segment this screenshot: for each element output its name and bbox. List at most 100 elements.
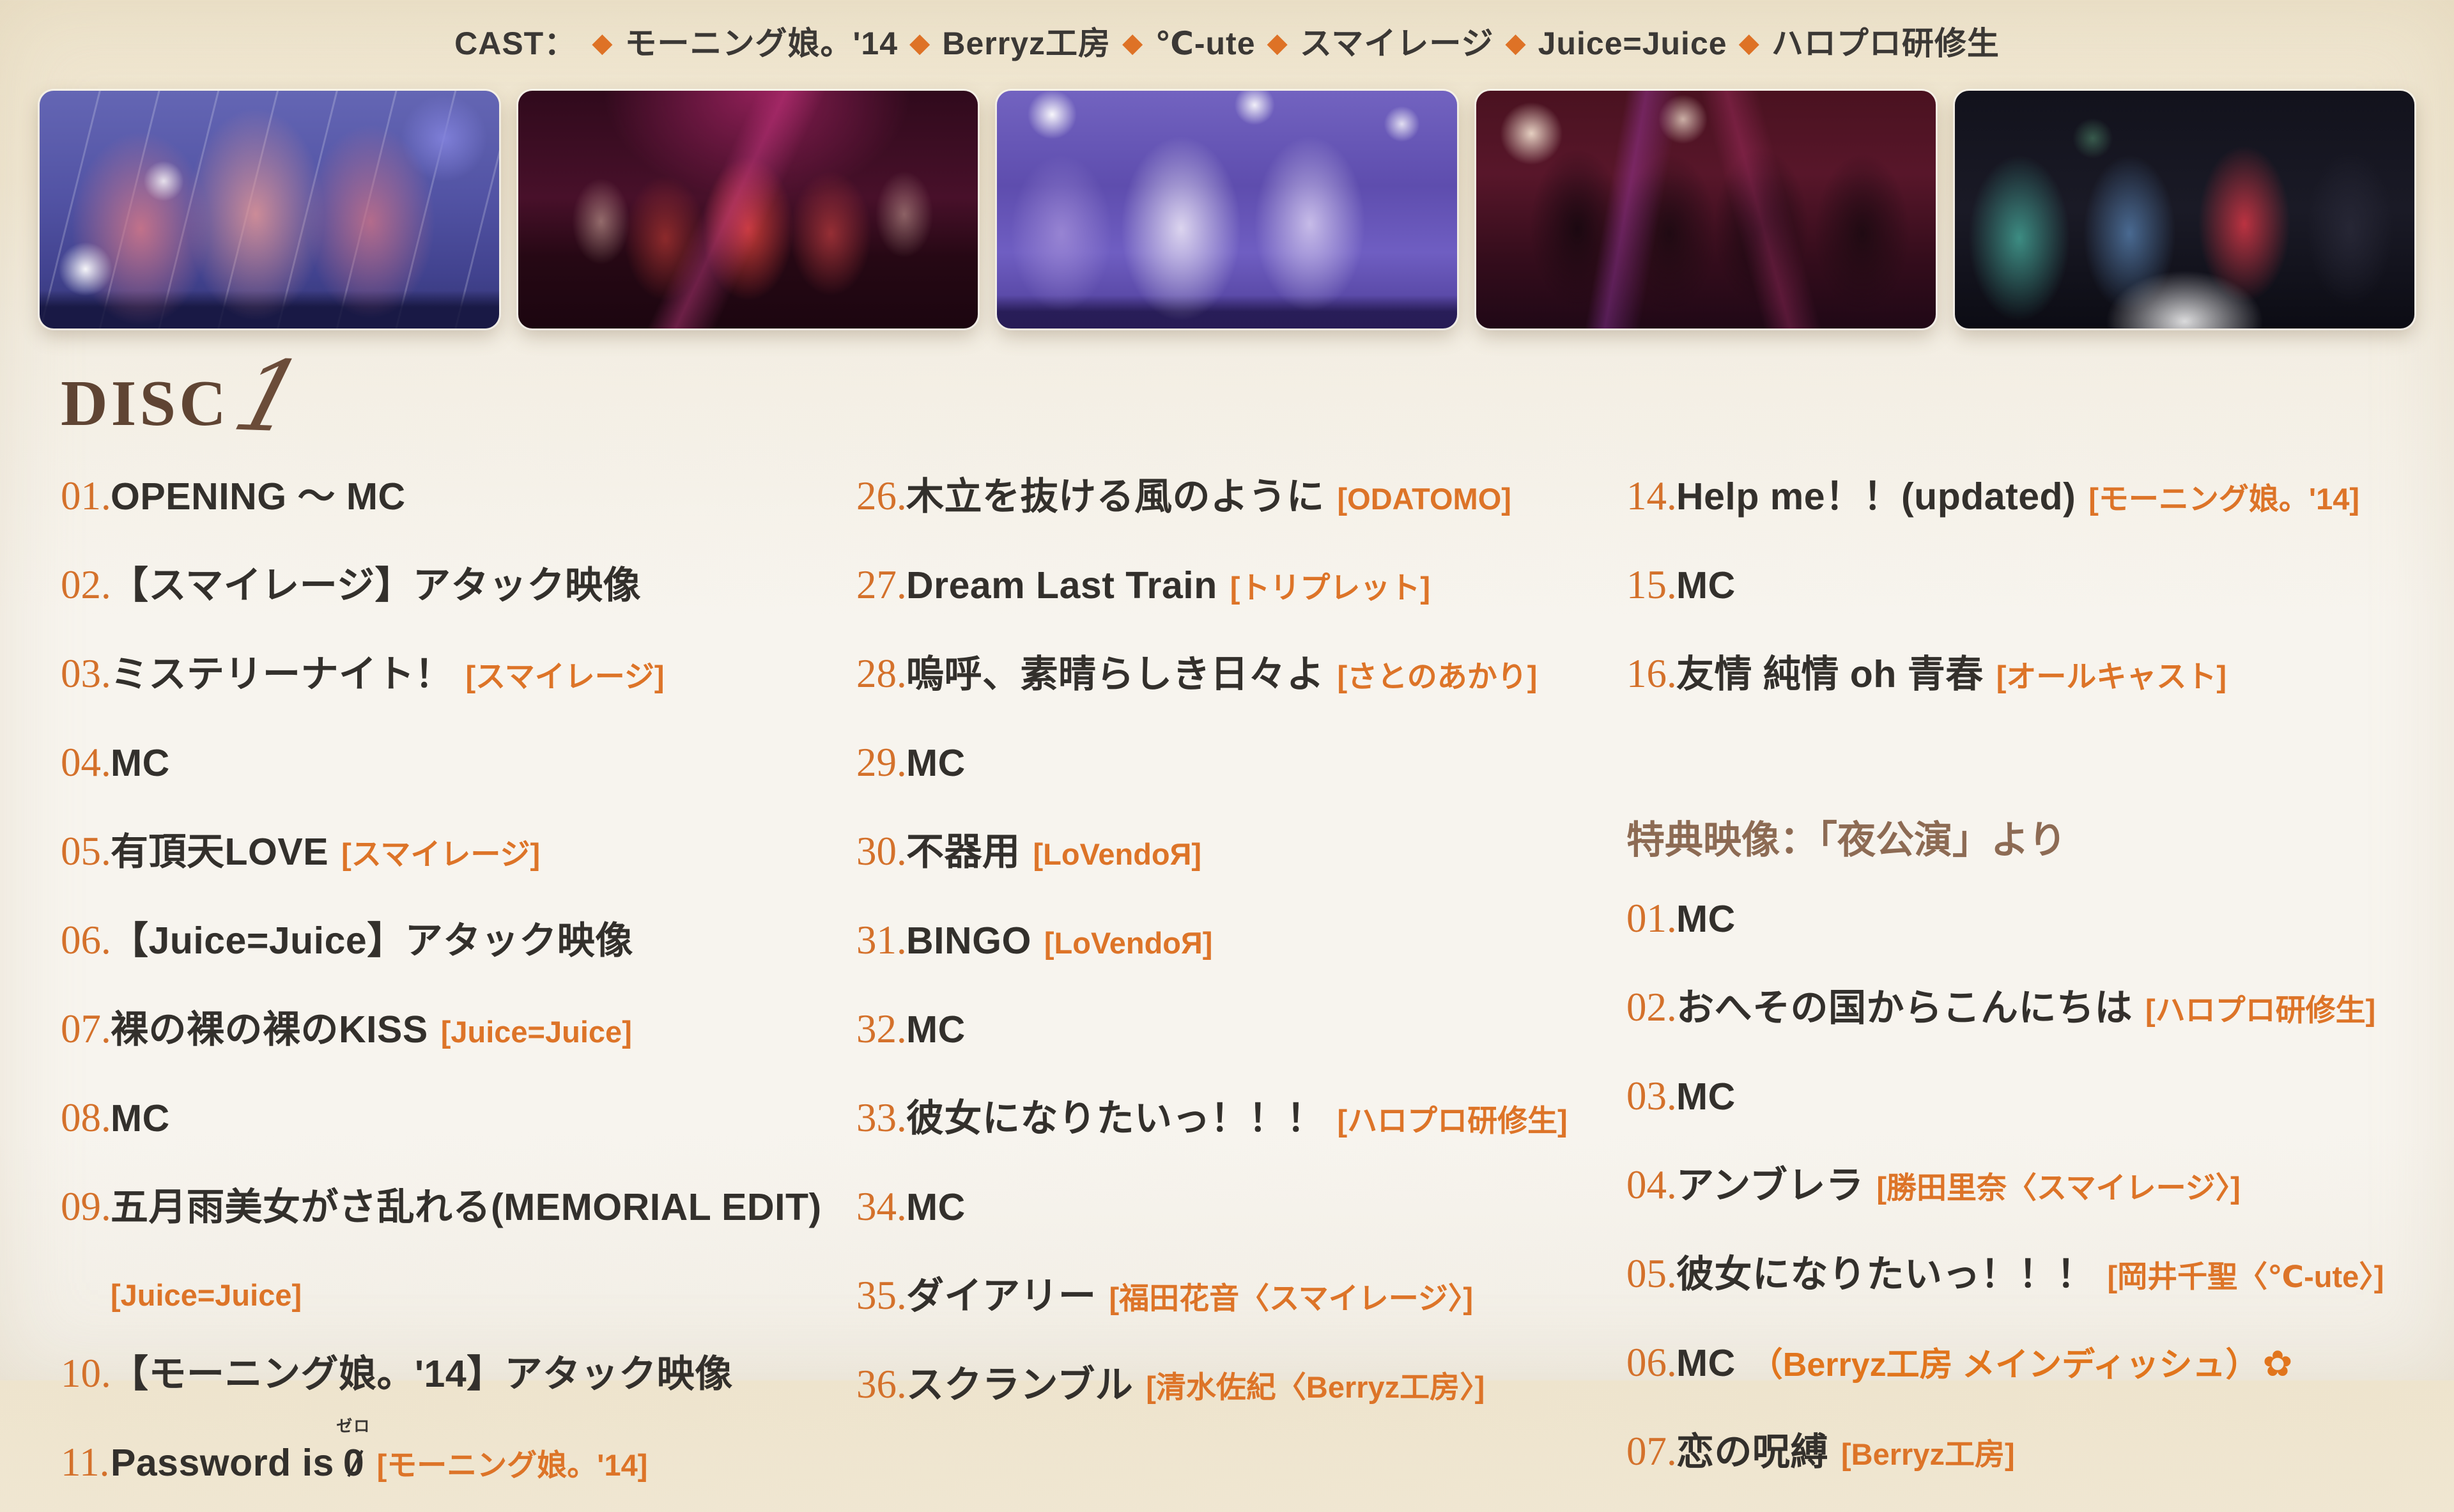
- track-row: 07.恋の呪縛[Berryz工房]: [1626, 1412, 2444, 1501]
- track-title: 有頂天LOVE: [111, 831, 328, 873]
- disc-word: DISC: [61, 367, 229, 440]
- track-title: 彼女になりたいっ！！！: [1676, 1253, 2095, 1295]
- track-title: 木立を抜ける風のように: [906, 475, 1325, 518]
- bonus-section-header: 特典映像：「夜公演」より: [1626, 801, 2444, 879]
- track-number: 08.: [61, 1079, 111, 1157]
- track-number: 10.: [61, 1334, 111, 1412]
- track-title: 嗚呼、素晴らしき日々よ: [906, 653, 1325, 695]
- flower-icon: ✿: [2262, 1343, 2292, 1384]
- track-row: 07.裸の裸の裸のKISS[Juice=Juice]: [61, 990, 828, 1079]
- track-number: 03.: [61, 635, 111, 713]
- track-row: 02.【スマイレージ】アタック映像: [61, 546, 828, 635]
- cast-group-name: ハロプロ研修生: [1771, 26, 2000, 61]
- track-title: 五月雨美女がさ乱れる(MEMORIAL EDIT): [111, 1186, 822, 1228]
- track-number: 33.: [856, 1079, 906, 1157]
- track-row: 04.MC: [61, 723, 828, 812]
- track-row: 31.BINGO[LoVendoЯ]: [856, 901, 1610, 990]
- track-title: ダイアリー: [906, 1275, 1097, 1317]
- track-title: 【スマイレージ】アタック映像: [111, 564, 641, 606]
- track-row: 35.ダイアリー [福田花音〈スマイレージ〉]: [856, 1256, 1610, 1345]
- track-title: 恋の呪縛: [1676, 1431, 1828, 1473]
- track-annotation: [モーニング娘。'14]: [2088, 482, 2359, 516]
- concert-photo-3: [997, 91, 1456, 328]
- track-annotation: [スマイレージ]: [466, 660, 665, 693]
- track-annotation: [ハロプロ研修生]: [1338, 1104, 1568, 1138]
- concert-photo-2: [518, 91, 978, 328]
- track-title: MC: [906, 1008, 966, 1051]
- track-list-column-2: 26.木立を抜ける風のように[ODATOMO]27.Dream Last Tra…: [856, 457, 1610, 1434]
- track-row: 26.木立を抜ける風のように [ODATOMO]: [856, 457, 1610, 546]
- track-row: 09.五月雨美女がさ乱れる(MEMORIAL EDIT)[Juice=Juice…: [61, 1168, 828, 1334]
- track-row: 14.Help me！！(updated)[モーニング娘。'14]: [1626, 457, 2444, 546]
- cast-label: CAST：: [454, 26, 576, 61]
- cast-group-name: スマイレージ: [1300, 26, 1494, 61]
- track-title: MC: [1676, 564, 1736, 606]
- track-title: 裸の裸の裸のKISS: [111, 1008, 428, 1051]
- cast-group-name: Juice=Juice: [1538, 26, 1727, 61]
- track-title: 【モーニング娘。'14】アタック映像: [111, 1353, 733, 1395]
- cast-group: ◆℃-ute: [1111, 26, 1256, 61]
- track-annotation: [モーニング娘。'14]: [377, 1448, 648, 1482]
- track-row: 04.アンブレラ[勝田里奈〈スマイレージ〉]: [1626, 1146, 2444, 1235]
- track-row: 27.Dream Last Train[トリプレット]: [856, 546, 1610, 635]
- track-annotation: [オールキャスト]: [1996, 660, 2226, 693]
- track-row: 08.MC: [61, 1079, 828, 1168]
- track-annotation: [福田花音〈スマイレージ〉]: [1109, 1281, 1473, 1315]
- track-row: 32.MC: [856, 990, 1610, 1079]
- track-number: 04.: [61, 723, 111, 801]
- track-number: 04.: [1626, 1146, 1676, 1224]
- concert-photo-1: [40, 91, 499, 328]
- track-number: 29.: [856, 723, 906, 801]
- track-list-column-1: 01.OPENING ～ MC02.【スマイレージ】アタック映像03.ミステリー…: [61, 457, 828, 1512]
- track-title: MC: [1676, 898, 1736, 940]
- track-title: ミステリーナイト！: [111, 653, 453, 695]
- cast-group-name: ℃-ute: [1155, 26, 1255, 61]
- track-list-column-3: 14.Help me！！(updated)[モーニング娘。'14]15.MC16…: [1626, 457, 2444, 1501]
- track-list-column-3b: 01.MC02.おへその国からこんにちは[ハロプロ研修生]03.MC04.アンブ…: [1626, 879, 2444, 1501]
- track-number: 09.: [61, 1168, 111, 1246]
- track-title: おへその国からこんにちは: [1676, 987, 2133, 1029]
- track-number: 11.: [61, 1423, 111, 1501]
- track-title: Help me！！(updated): [1676, 475, 2076, 518]
- photo-strip: [40, 91, 2414, 328]
- track-title: MC: [1676, 1342, 1736, 1384]
- cast-group: ◆ハロプロ研修生: [1727, 26, 2000, 61]
- track-row: 30.不器用[LoVendoЯ]: [856, 812, 1610, 901]
- track-number: 06.: [1626, 1323, 1676, 1401]
- slashed-zero-wrap: ゼロ0: [343, 1434, 364, 1512]
- track-title: MC: [906, 742, 966, 784]
- track-number: 15.: [1626, 546, 1676, 624]
- track-title: MC: [1676, 1076, 1736, 1118]
- cast-group: ◆Berryz工房: [898, 26, 1111, 61]
- track-number: 34.: [856, 1168, 906, 1246]
- track-row: 03.ミステリーナイト！ [スマイレージ]: [61, 635, 828, 723]
- track-number: 26.: [856, 457, 906, 535]
- track-annotation: [トリプレット]: [1230, 571, 1430, 605]
- track-annotation: [Juice=Juice]: [441, 1015, 632, 1049]
- track-title: 不器用: [906, 831, 1021, 873]
- cast-line: CAST：◆モーニング娘。'14◆Berryz工房◆℃-ute ◆ スマイレージ ◆ J…: [0, 18, 2454, 64]
- track-row: 34.MC: [856, 1168, 1610, 1256]
- track-title: Password is: [111, 1442, 334, 1484]
- track-annotation: [岡井千聖〈℃-ute〉]: [2108, 1260, 2384, 1293]
- diamond-icon: ◆: [592, 27, 613, 58]
- concert-photo-4: [1476, 91, 1936, 328]
- track-number: 05.: [1626, 1235, 1676, 1313]
- track-number: 02.: [1626, 968, 1676, 1046]
- track-row: 29.MC: [856, 723, 1610, 812]
- track-title: アンブレラ: [1676, 1164, 1864, 1207]
- track-row: 33.彼女になりたいっ！！！[ハロプロ研修生]: [856, 1079, 1610, 1168]
- diamond-icon: ◆: [909, 27, 930, 58]
- track-number: 35.: [856, 1256, 906, 1334]
- track-row: 16.友情 純情 oh 青春[オールキャスト]: [1626, 635, 2444, 723]
- track-title: MC: [111, 1097, 170, 1139]
- track-row: 05.彼女になりたいっ！！！ [岡井千聖〈℃-ute〉]: [1626, 1235, 2444, 1323]
- track-annotation: [スマイレージ]: [341, 837, 540, 871]
- track-number: 03.: [1626, 1057, 1676, 1135]
- track-row: 02.おへその国からこんにちは[ハロプロ研修生]: [1626, 968, 2444, 1057]
- track-annotation: [ODATOMO]: [1338, 482, 1511, 516]
- track-number: 06.: [61, 901, 111, 979]
- track-title: Dream Last Train: [906, 564, 1217, 606]
- track-row: 03.MC: [1626, 1057, 2444, 1146]
- cast-group: ◆モーニング娘。'14: [580, 26, 898, 61]
